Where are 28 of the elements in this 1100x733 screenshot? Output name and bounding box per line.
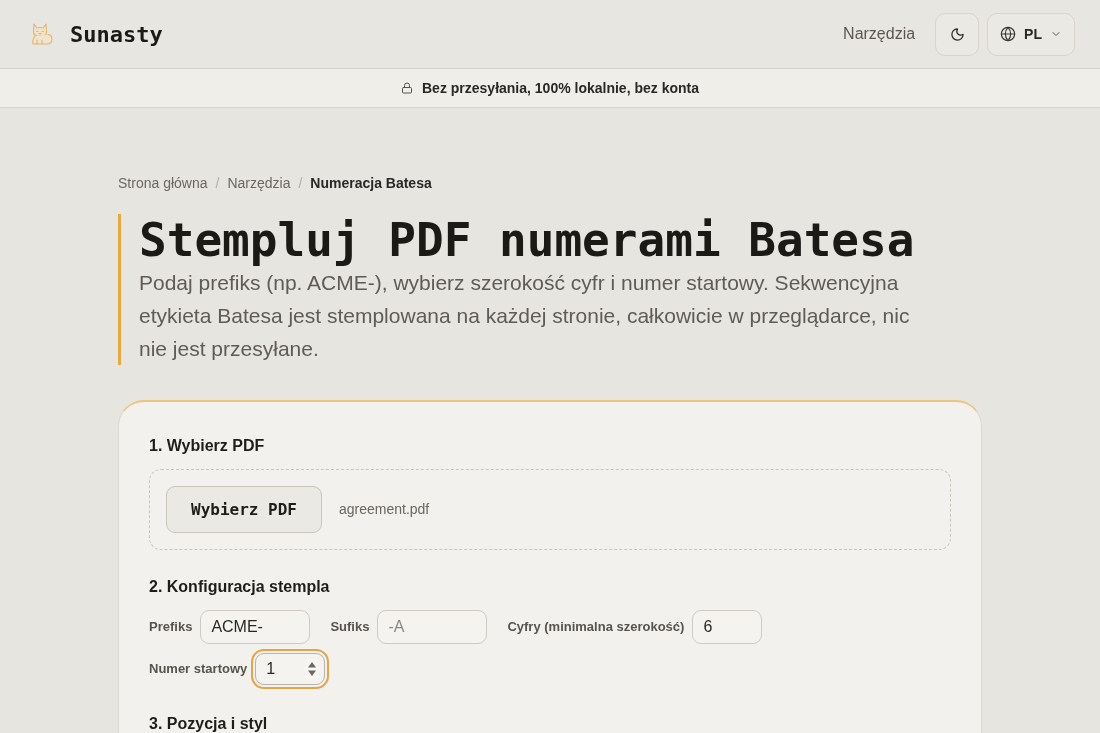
file-drop-zone[interactable]: Wybierz PDF agreement.pdf	[149, 469, 951, 550]
breadcrumb-current: Numeracja Batesa	[310, 174, 432, 193]
language-button[interactable]: PL	[987, 12, 1075, 56]
number-field[interactable]: 6	[692, 610, 763, 644]
page-description: Podaj prefiks (np. ACME-), wybierz szerokość cyfr i numer startowy. Sekwencyjna etykieta Batesa jest stemplowana na każdej stronie, całkowicie w przeglądarce, nic nie jest przesyłane.	[139, 270, 911, 362]
page-title: Stempluj PDF numerami Batesa	[139, 214, 916, 266]
text-field[interactable]: ACME-	[200, 610, 311, 644]
globe-icon	[1000, 26, 1017, 42]
breadcrumb-link[interactable]: Narzędzia	[227, 173, 291, 193]
lock-icon	[401, 82, 413, 94]
theme-toggle-button[interactable]	[935, 12, 980, 56]
moon-icon	[949, 26, 965, 42]
field-label: Cyfry (minimalna szerokość)	[507, 618, 685, 637]
tools-link[interactable]: Narzędzia	[843, 22, 916, 46]
section-heading: 2. Konfiguracja stempla	[149, 577, 331, 597]
field-label: Prefiks	[149, 618, 193, 637]
banner-text: Bez przesyłania, 100% lokalnie, bez konta	[422, 78, 699, 98]
section-heading: 3. Pozycja i styl	[149, 714, 269, 733]
field-label: Numer startowy	[149, 660, 248, 679]
breadcrumb-link[interactable]: Strona główna	[118, 173, 208, 193]
breadcrumb-separator: /	[215, 174, 220, 193]
breadcrumb-separator: /	[298, 174, 303, 193]
choose-pdf-button[interactable]: Wybierz PDF	[166, 486, 322, 533]
file-name: agreement.pdf	[338, 500, 430, 519]
text-field[interactable]: -A	[377, 610, 488, 644]
field-label: Sufiks	[330, 618, 370, 637]
brand-name[interactable]: Sunasty	[70, 17, 163, 51]
section-heading: 1. Wybierz PDF	[149, 436, 266, 456]
